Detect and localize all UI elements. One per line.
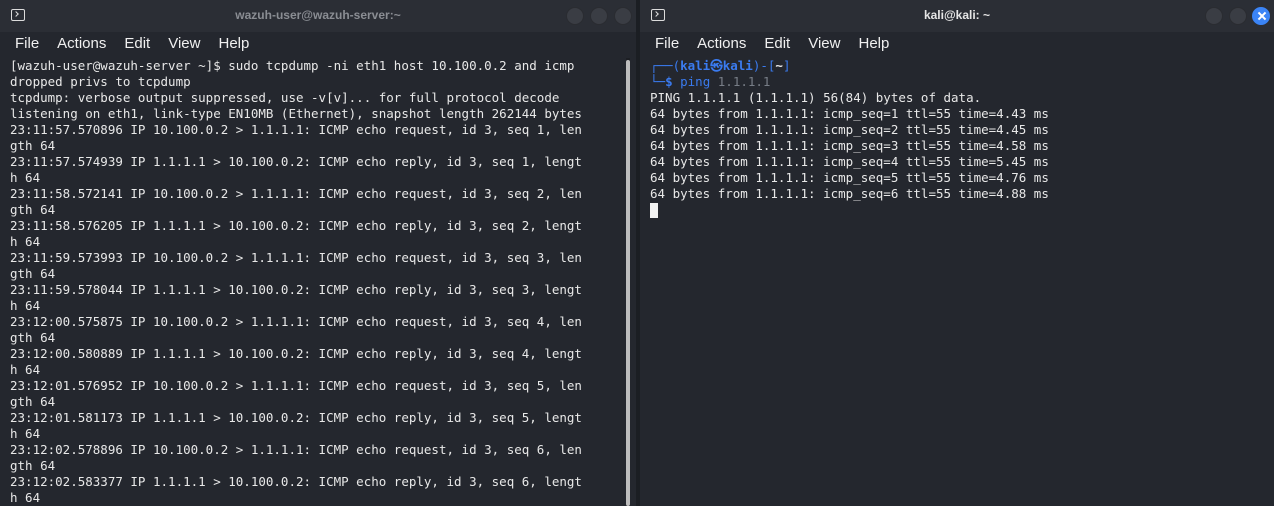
output-line: gth 64 [10, 394, 56, 409]
menu-file[interactable]: File [644, 35, 686, 52]
menubar: File Actions Edit View Help [0, 32, 636, 54]
output-line: gth 64 [10, 330, 56, 345]
menu-view[interactable]: View [157, 35, 207, 52]
output-line: dropped privs to tcpdump [10, 74, 191, 89]
terminal-window-wazuh[interactable]: wazuh-user@wazuh-server:~ File Actions E… [0, 0, 636, 506]
output-line: listening on eth1, link-type EN10MB (Eth… [10, 106, 582, 121]
output-line: 23:11:58.572141 IP 10.100.0.2 > 1.1.1.1:… [10, 186, 582, 201]
close-icon[interactable] [1252, 7, 1270, 25]
output-line: 23:11:58.576205 IP 1.1.1.1 > 10.100.0.2:… [10, 218, 582, 233]
menu-actions[interactable]: Actions [686, 35, 753, 52]
prompt-line-top: ┌──(kali㉿kali)-[~] [650, 58, 791, 73]
maximize-icon[interactable] [1229, 7, 1247, 25]
output-line: 23:11:57.574939 IP 1.1.1.1 > 10.100.0.2:… [10, 154, 582, 169]
output-line: 23:11:57.570896 IP 10.100.0.2 > 1.1.1.1:… [10, 122, 582, 137]
menu-help[interactable]: Help [207, 35, 256, 52]
menu-edit[interactable]: Edit [113, 35, 157, 52]
output-line: PING 1.1.1.1 (1.1.1.1) 56(84) bytes of d… [650, 90, 982, 105]
command-argument: 1.1.1.1 [717, 74, 771, 89]
terminal-cursor [650, 203, 658, 218]
prompt-user: kali㉿kali [680, 58, 753, 73]
output-line: 23:12:01.581173 IP 1.1.1.1 > 10.100.0.2:… [10, 410, 582, 425]
output-line: h 64 [10, 490, 41, 505]
close-icon[interactable] [614, 7, 632, 25]
window-title: wazuh-user@wazuh-server:~ [235, 8, 401, 22]
output-line: 64 bytes from 1.1.1.1: icmp_seq=2 ttl=55… [650, 122, 1049, 137]
command: ping [680, 74, 711, 89]
output-line: gth 64 [10, 138, 56, 153]
menu-help[interactable]: Help [847, 35, 896, 52]
menu-file[interactable]: File [4, 35, 46, 52]
output-line: tcpdump: verbose output suppressed, use … [10, 90, 560, 105]
output-line: h 64 [10, 426, 41, 441]
prompt-line-bottom: └─$ ping 1.1.1.1 [650, 74, 771, 89]
menu-edit[interactable]: Edit [753, 35, 797, 52]
output-line: 64 bytes from 1.1.1.1: icmp_seq=4 ttl=55… [650, 154, 1049, 169]
maximize-icon[interactable] [590, 7, 608, 25]
terminal-output[interactable]: ┌──(kali㉿kali)-[~] └─$ ping 1.1.1.1 PING 1… [650, 58, 1260, 218]
titlebar[interactable]: wazuh-user@wazuh-server:~ [0, 0, 636, 32]
prompt-dollar: $ [665, 74, 673, 89]
output-line: 23:12:01.576952 IP 10.100.0.2 > 1.1.1.1:… [10, 378, 582, 393]
output-line: 23:11:59.578044 IP 1.1.1.1 > 10.100.0.2:… [10, 282, 582, 297]
titlebar[interactable]: kali@kali: ~ [640, 0, 1274, 32]
output-line: 64 bytes from 1.1.1.1: icmp_seq=3 ttl=55… [650, 138, 1049, 153]
output-line: h 64 [10, 362, 41, 377]
output-line: gth 64 [10, 266, 56, 281]
window-title: kali@kali: ~ [923, 8, 991, 22]
output-line: 64 bytes from 1.1.1.1: icmp_seq=6 ttl=55… [650, 186, 1049, 201]
terminal-window-kali[interactable]: kali@kali: ~ File Actions Edit View Help… [640, 0, 1274, 506]
terminal-output[interactable]: [wazuh-user@wazuh-server ~]$ sudo tcpdum… [10, 58, 622, 506]
minimize-icon[interactable] [1205, 7, 1223, 25]
output-line: 23:11:59.573993 IP 10.100.0.2 > 1.1.1.1:… [10, 250, 582, 265]
output-line: 64 bytes from 1.1.1.1: icmp_seq=1 ttl=55… [650, 106, 1049, 121]
output-line: 23:12:02.578896 IP 10.100.0.2 > 1.1.1.1:… [10, 442, 582, 457]
output-line: 23:12:02.583377 IP 1.1.1.1 > 10.100.0.2:… [10, 474, 582, 489]
menu-view[interactable]: View [797, 35, 847, 52]
prompt-path: ~ [775, 58, 783, 73]
menubar: File Actions Edit View Help [640, 32, 1274, 54]
output-line: 23:12:00.580889 IP 1.1.1.1 > 10.100.0.2:… [10, 346, 582, 361]
minimize-icon[interactable] [566, 7, 584, 25]
output-line: [wazuh-user@wazuh-server ~]$ sudo tcpdum… [10, 58, 575, 73]
output-line: gth 64 [10, 458, 56, 473]
output-line: h 64 [10, 298, 41, 313]
output-line: 64 bytes from 1.1.1.1: icmp_seq=5 ttl=55… [650, 170, 1049, 185]
output-line: 23:12:00.575875 IP 10.100.0.2 > 1.1.1.1:… [10, 314, 582, 329]
output-line: h 64 [10, 170, 41, 185]
output-line: h 64 [10, 234, 41, 249]
menu-actions[interactable]: Actions [46, 35, 113, 52]
output-line: gth 64 [10, 202, 56, 217]
scrollbar-thumb[interactable] [626, 60, 630, 506]
